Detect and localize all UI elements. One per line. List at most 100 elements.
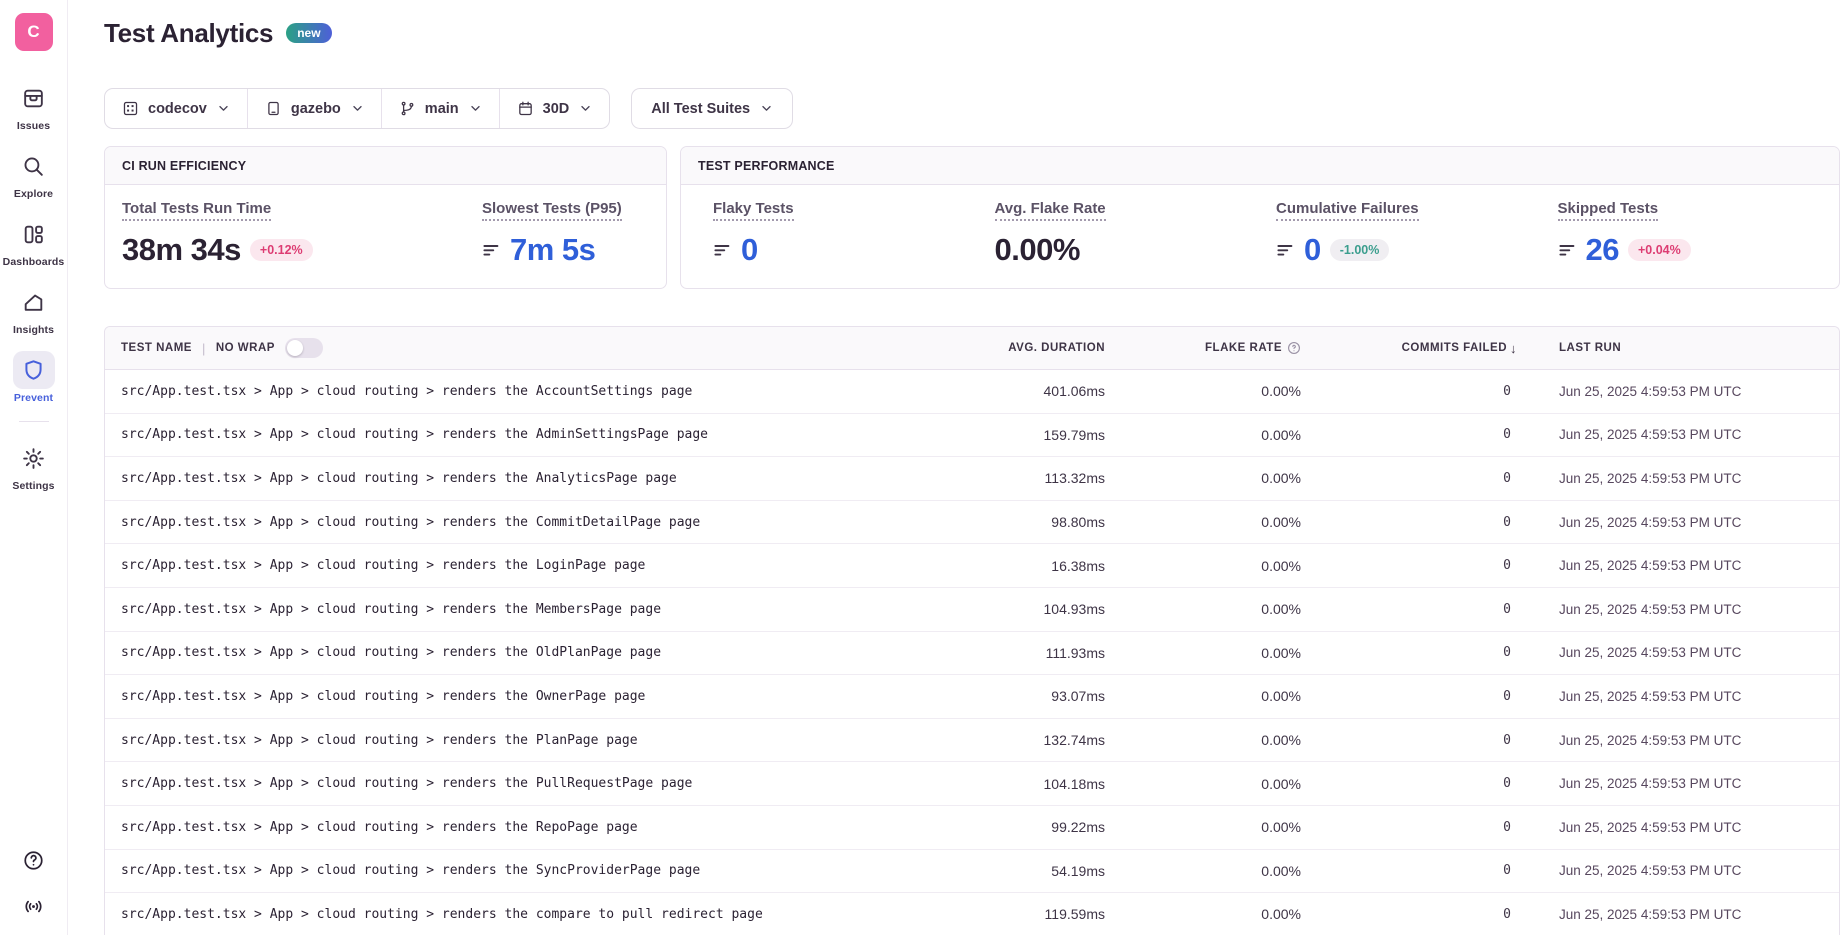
test-name-cell: src/App.test.tsx > App > cloud routing >…	[105, 558, 939, 573]
last-run-cell: Jun 25, 2025 4:59:53 PM UTC	[1539, 733, 1839, 748]
table-row: src/App.test.tsx > App > cloud routing >…	[105, 675, 1839, 719]
chevron-down-icon	[351, 102, 364, 115]
org-value: codecov	[148, 101, 207, 117]
avg-duration-cell: 54.19ms	[939, 863, 1109, 879]
col-last-run[interactable]: LAST RUN	[1539, 342, 1839, 354]
avg-duration-cell: 111.93ms	[939, 645, 1109, 661]
test-name-cell: src/App.test.tsx > App > cloud routing >…	[105, 733, 939, 748]
gear-icon	[13, 439, 55, 477]
insights-icon	[13, 283, 55, 321]
flake-rate-cell: 0.00%	[1109, 427, 1309, 443]
shield-icon	[13, 351, 55, 389]
sidebar-item-prevent[interactable]: Prevent	[4, 351, 64, 404]
metric-label: Total Tests Run Time	[122, 200, 271, 221]
no-wrap-toggle[interactable]	[285, 338, 323, 358]
avg-duration-cell: 113.32ms	[939, 470, 1109, 486]
commits-failed-cell: 0	[1309, 689, 1539, 704]
avg-duration-cell: 401.06ms	[939, 383, 1109, 399]
last-run-cell: Jun 25, 2025 4:59:53 PM UTC	[1539, 820, 1839, 835]
metric-slowest-tests-p95: Slowest Tests (P95) 7m 5s	[482, 200, 666, 268]
metric-label: Avg. Flake Rate	[995, 200, 1106, 221]
metric-label: Cumulative Failures	[1276, 200, 1419, 221]
repo-selector[interactable]: gazebo	[248, 89, 382, 128]
codecov-logo[interactable]: C	[15, 13, 53, 51]
metric-value[interactable]: 0	[1304, 232, 1321, 268]
last-run-cell: Jun 25, 2025 4:59:53 PM UTC	[1539, 863, 1839, 878]
sidebar-item-issues[interactable]: Issues	[4, 79, 64, 132]
commits-failed-cell: 0	[1309, 515, 1539, 530]
repo-value: gazebo	[291, 101, 341, 117]
test-name-cell: src/App.test.tsx > App > cloud routing >…	[105, 907, 939, 922]
repository-icon	[265, 100, 282, 117]
filter-icon[interactable]	[713, 241, 732, 260]
metric-flaky-tests: Flaky Tests 0	[713, 200, 995, 268]
test-name-cell: src/App.test.tsx > App > cloud routing >…	[105, 515, 939, 530]
col-flake-rate[interactable]: FLAKE RATE	[1109, 341, 1309, 355]
flake-rate-cell: 0.00%	[1109, 819, 1309, 835]
test-suites-value: All Test Suites	[651, 101, 750, 117]
avg-duration-cell: 132.74ms	[939, 732, 1109, 748]
chevron-down-icon	[579, 102, 592, 115]
commits-failed-cell: 0	[1309, 776, 1539, 791]
filter-icon[interactable]	[1558, 241, 1577, 260]
table-row: src/App.test.tsx > App > cloud routing >…	[105, 588, 1839, 632]
date-range-selector[interactable]: 30D	[500, 89, 610, 128]
test-suites-selector[interactable]: All Test Suites	[631, 88, 793, 129]
metric-value[interactable]: 26	[1586, 232, 1619, 268]
main-content: Test Analytics new codecov	[68, 16, 1845, 935]
test-name-cell: src/App.test.tsx > App > cloud routing >…	[105, 776, 939, 791]
avg-duration-cell: 99.22ms	[939, 819, 1109, 835]
sidebar-item-label: Issues	[17, 120, 50, 132]
table-header-row: TEST NAME | NO WRAP AVG. DURATION FLAKE …	[105, 327, 1839, 370]
panel-title: CI RUN EFFICIENCY	[105, 147, 666, 185]
sidebar-item-label: Insights	[13, 324, 54, 336]
flake-rate-cell: 0.00%	[1109, 558, 1309, 574]
chevron-down-icon	[217, 102, 230, 115]
avg-duration-cell: 119.59ms	[939, 906, 1109, 922]
flake-rate-cell: 0.00%	[1109, 863, 1309, 879]
table-row: src/App.test.tsx > App > cloud routing >…	[105, 806, 1839, 850]
commits-failed-cell: 0	[1309, 645, 1539, 660]
avg-duration-cell: 16.38ms	[939, 558, 1109, 574]
last-run-cell: Jun 25, 2025 4:59:53 PM UTC	[1539, 515, 1839, 530]
flake-rate-cell: 0.00%	[1109, 906, 1309, 922]
flake-rate-cell: 0.00%	[1109, 470, 1309, 486]
test-name-cell: src/App.test.tsx > App > cloud routing >…	[105, 645, 939, 660]
table-body: src/App.test.tsx > App > cloud routing >…	[105, 370, 1839, 935]
metric-cumulative-failures: Cumulative Failures 0 -1.00%	[1276, 200, 1558, 268]
search-icon	[13, 147, 55, 185]
org-selector[interactable]: codecov	[105, 89, 248, 128]
table-row: src/App.test.tsx > App > cloud routing >…	[105, 893, 1839, 935]
sidebar-item-label: Prevent	[14, 392, 53, 404]
col-avg-duration[interactable]: AVG. DURATION	[939, 342, 1109, 354]
info-circle-icon[interactable]	[1287, 341, 1301, 355]
help-icon[interactable]	[22, 849, 45, 877]
flake-rate-cell: 0.00%	[1109, 688, 1309, 704]
col-commits-failed[interactable]: COMMITS FAILED ↓	[1309, 341, 1539, 356]
last-run-cell: Jun 25, 2025 4:59:53 PM UTC	[1539, 558, 1839, 573]
sidebar-item-explore[interactable]: Explore	[4, 147, 64, 200]
filter-bar: codecov gazebo main	[104, 88, 1840, 129]
sidebar-item-insights[interactable]: Insights	[4, 283, 64, 336]
new-badge: new	[286, 23, 331, 43]
avg-duration-cell: 93.07ms	[939, 688, 1109, 704]
filter-icon[interactable]	[1276, 241, 1295, 260]
avg-duration-cell: 104.93ms	[939, 601, 1109, 617]
flake-rate-cell: 0.00%	[1109, 514, 1309, 530]
broadcast-icon[interactable]	[22, 895, 45, 923]
summary-panels: CI RUN EFFICIENCY Total Tests Run Time 3…	[104, 146, 1840, 289]
table-row: src/App.test.tsx > App > cloud routing >…	[105, 414, 1839, 458]
sidebar-item-dashboards[interactable]: Dashboards	[4, 215, 64, 268]
test-name-cell: src/App.test.tsx > App > cloud routing >…	[105, 820, 939, 835]
table-row: src/App.test.tsx > App > cloud routing >…	[105, 501, 1839, 545]
metric-value[interactable]: 0	[741, 232, 758, 268]
branch-value: main	[425, 101, 459, 117]
filter-group: codecov gazebo main	[104, 88, 610, 129]
table-row: src/App.test.tsx > App > cloud routing >…	[105, 850, 1839, 894]
commits-failed-cell: 0	[1309, 733, 1539, 748]
metric-value[interactable]: 7m 5s	[510, 232, 595, 268]
sidebar-item-settings[interactable]: Settings	[4, 439, 64, 492]
filter-icon[interactable]	[482, 241, 501, 260]
tests-table: TEST NAME | NO WRAP AVG. DURATION FLAKE …	[104, 326, 1840, 935]
branch-selector[interactable]: main	[382, 89, 500, 128]
